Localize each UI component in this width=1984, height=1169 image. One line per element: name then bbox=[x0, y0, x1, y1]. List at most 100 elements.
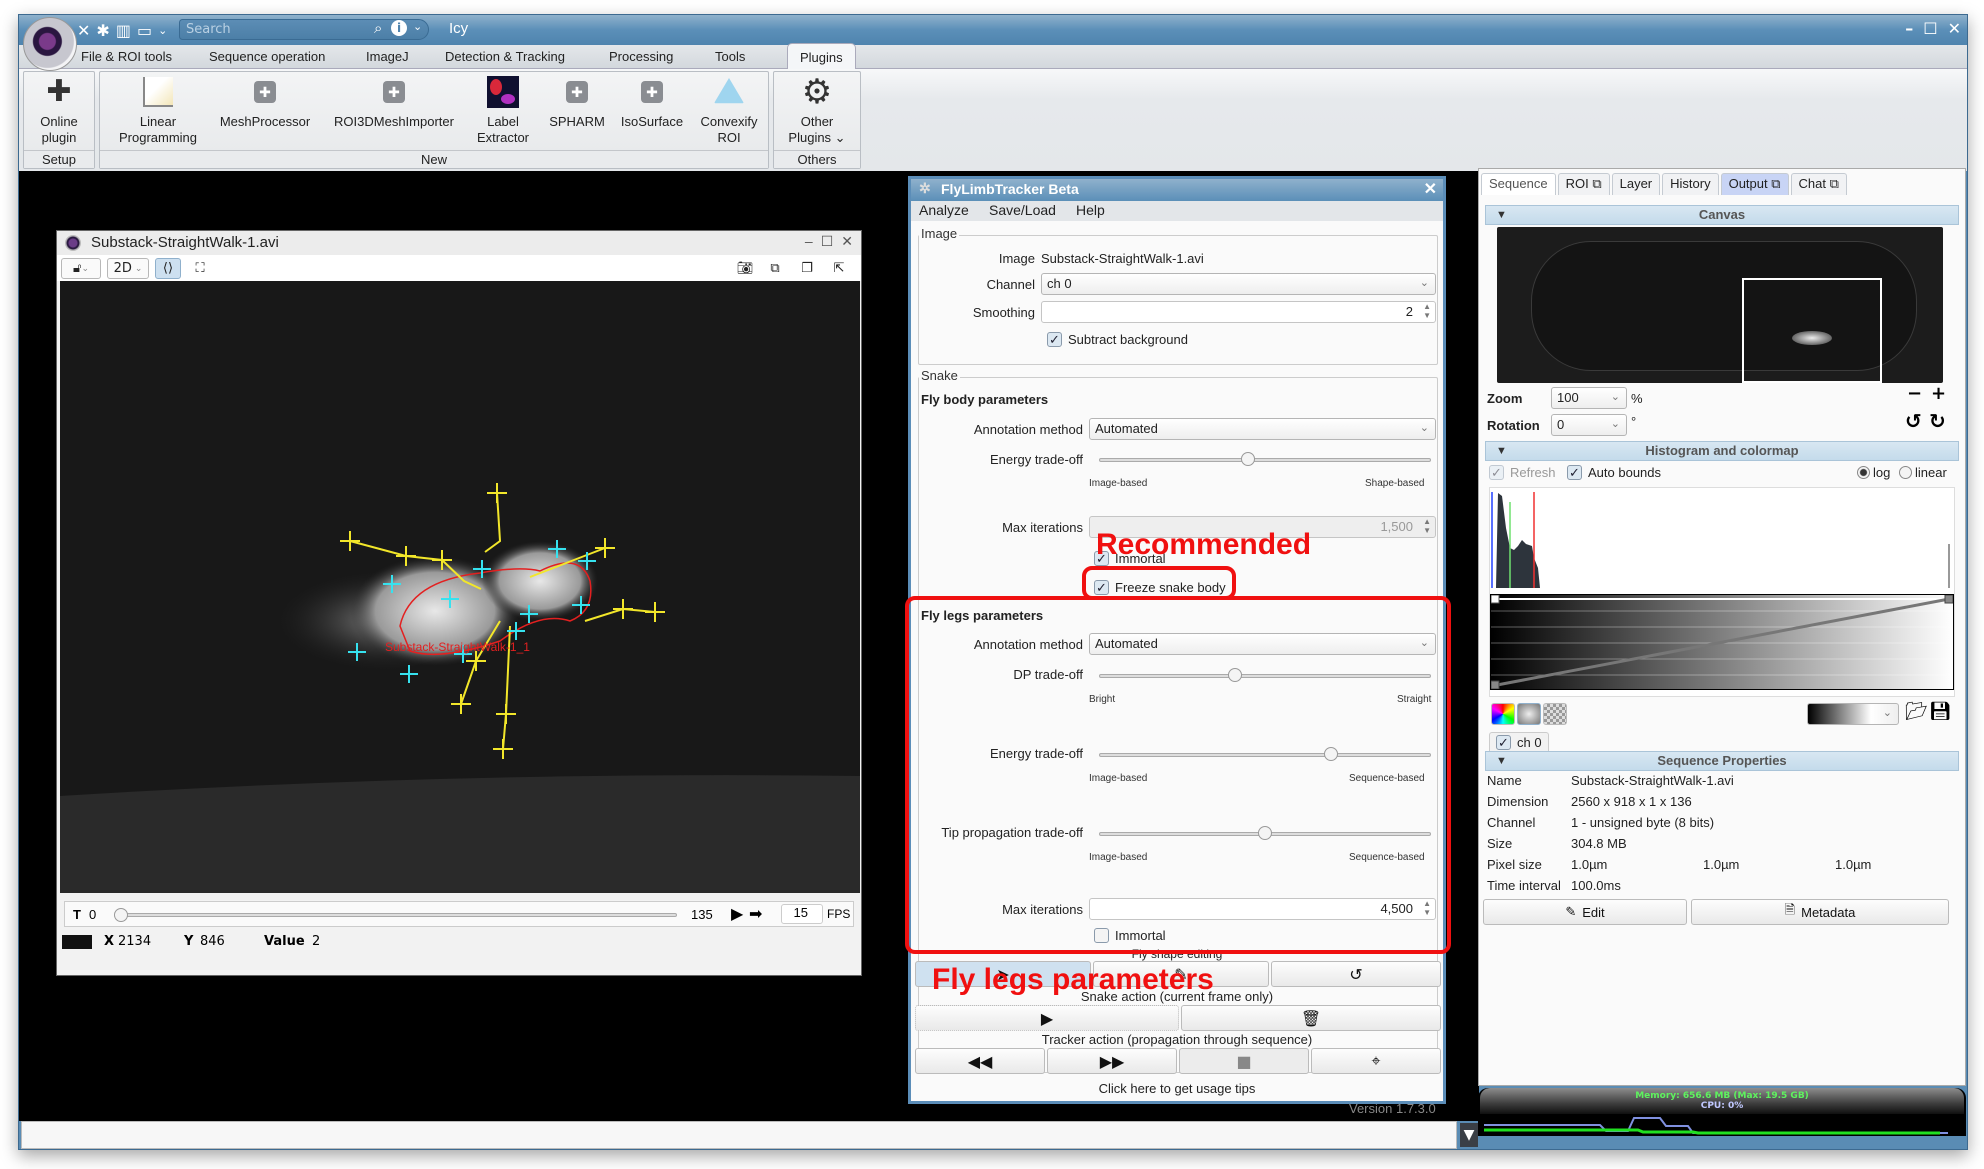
status-output-field[interactable] bbox=[21, 1121, 1457, 1149]
zoom-dropdown[interactable]: 100 ⌄ bbox=[1551, 387, 1627, 409]
spinner-arrows-icon[interactable]: ▲ ▼ bbox=[1423, 302, 1431, 320]
lock-dropdown[interactable]: 🔓︎ ⌄ bbox=[61, 258, 101, 279]
play-button[interactable]: ▶ bbox=[731, 904, 743, 924]
online-plugin-button[interactable]: ✚ Online plugin bbox=[28, 76, 90, 146]
linear-radio[interactable]: linear bbox=[1899, 465, 1947, 480]
linear-programming-button[interactable]: Linear Programming bbox=[108, 76, 208, 146]
control-point-handle[interactable] bbox=[1491, 680, 1500, 689]
info-dropdown-icon[interactable]: ⌄ bbox=[413, 20, 422, 33]
folder-open-icon[interactable]: 📂︎ bbox=[1905, 701, 1928, 722]
minimize-icon[interactable]: – bbox=[1905, 19, 1913, 38]
convexify-roi-button[interactable]: Convexify ROI bbox=[692, 76, 766, 146]
zoom-out-button[interactable]: − bbox=[1907, 383, 1922, 404]
tools-icon[interactable]: ✕ bbox=[77, 21, 90, 40]
histogram-section-header[interactable]: ▼ Histogram and colormap bbox=[1485, 441, 1959, 461]
menu-sequence-operation[interactable]: Sequence operation bbox=[209, 49, 325, 64]
menu-file-roi-tools[interactable]: File & ROI tools bbox=[81, 49, 172, 64]
menu-analyze[interactable]: Analyze bbox=[919, 202, 969, 218]
screenshot-button[interactable]: 📷︎ bbox=[733, 258, 757, 279]
time-slider[interactable] bbox=[121, 913, 677, 917]
duplicate-button[interactable]: ❐ bbox=[795, 258, 819, 279]
menu-tools[interactable]: Tools bbox=[715, 49, 745, 64]
properties-section-header[interactable]: ▼ Sequence Properties bbox=[1485, 751, 1959, 771]
menu-help[interactable]: Help bbox=[1076, 202, 1105, 218]
plugin-icon[interactable]: ✱ bbox=[96, 21, 109, 40]
expand-output-button[interactable]: ▼ bbox=[1460, 1123, 1478, 1147]
zoom-in-button[interactable]: + bbox=[1931, 383, 1946, 404]
view-mode-dropdown[interactable]: 2D ⌄ bbox=[107, 258, 149, 279]
minimize-icon[interactable]: – bbox=[805, 233, 813, 250]
menu-save-load[interactable]: Save/Load bbox=[989, 202, 1056, 218]
slider-knob[interactable] bbox=[1241, 452, 1256, 466]
tab-roi[interactable]: ROI ⧉ bbox=[1557, 173, 1610, 195]
fps-spinner[interactable]: 15 bbox=[781, 904, 823, 924]
menu-plugins[interactable]: Plugins bbox=[787, 43, 856, 69]
spharm-button[interactable]: ✚ SPHARM bbox=[544, 76, 610, 130]
icy-logo[interactable] bbox=[23, 17, 77, 71]
delete-snake-button[interactable]: 🗑︎ bbox=[1181, 1005, 1441, 1031]
window-icon[interactable]: ▭ bbox=[137, 21, 152, 40]
screenshot-rendered-button[interactable]: ⧉ bbox=[763, 258, 787, 279]
subtract-background-checkbox[interactable]: ✓ Subtract background bbox=[1047, 332, 1188, 347]
close-icon[interactable]: ✕ bbox=[841, 233, 853, 250]
rotate-left-button[interactable]: ↺ bbox=[1905, 409, 1922, 433]
maximize-icon[interactable]: ☐ bbox=[821, 233, 834, 250]
body-annotation-dropdown[interactable]: Automated ⌄ bbox=[1089, 418, 1436, 440]
layers-toggle-button[interactable]: ⟨⟩ bbox=[155, 258, 181, 279]
other-plugins-button[interactable]: ⚙ Other Plugins ⌄ bbox=[778, 75, 856, 146]
color-wheel-button[interactable] bbox=[1491, 703, 1515, 725]
canvas-section-header[interactable]: ▼ Canvas bbox=[1485, 205, 1959, 225]
tab-history[interactable]: History bbox=[1662, 173, 1719, 195]
layout-icon[interactable]: ▥ bbox=[116, 21, 131, 40]
metadata-button[interactable]: 🗎︎ Metadata bbox=[1691, 899, 1949, 925]
image-canvas[interactable]: Substack-StraightWalk-1_1 bbox=[60, 281, 860, 893]
transfer-line[interactable] bbox=[1496, 597, 1950, 687]
stop-tracking-button[interactable]: ■ bbox=[1179, 1048, 1309, 1074]
menu-processing[interactable]: Processing bbox=[609, 49, 673, 64]
label-extractor-button[interactable]: Label Extractor bbox=[468, 76, 538, 146]
body-energy-slider[interactable] bbox=[1099, 458, 1431, 462]
auto-bounds-checkbox[interactable]: ✓ Auto bounds bbox=[1567, 465, 1661, 480]
save-icon[interactable]: 💾︎ bbox=[1929, 701, 1952, 722]
close-icon[interactable]: ✕ bbox=[1424, 179, 1437, 199]
log-radio[interactable]: log bbox=[1857, 465, 1890, 480]
channel-tab[interactable]: ✓ ch 0 bbox=[1489, 732, 1549, 752]
rotation-dropdown[interactable]: 0 ⌄ bbox=[1551, 414, 1627, 436]
control-point-handle[interactable] bbox=[1944, 595, 1953, 604]
time-slider-knob[interactable] bbox=[114, 908, 128, 922]
tab-chat[interactable]: Chat ⧉ bbox=[1790, 173, 1847, 195]
menu-imagej[interactable]: ImageJ bbox=[366, 49, 409, 64]
usage-tips-link[interactable]: Click here to get usage tips bbox=[911, 1081, 1443, 1096]
colormap-editor[interactable] bbox=[1490, 594, 1954, 690]
histogram-area[interactable] bbox=[1489, 487, 1955, 697]
canvas-navigator[interactable] bbox=[1497, 227, 1943, 383]
maximize-icon[interactable]: ☐ bbox=[1923, 19, 1937, 38]
colormap-dropdown[interactable]: ⌄ bbox=[1807, 703, 1899, 725]
tab-output[interactable]: Output ⧉ bbox=[1720, 173, 1789, 195]
chevron-down-icon[interactable]: ⌄ bbox=[158, 24, 167, 37]
smoothing-spinner[interactable]: 2 ▲ ▼ bbox=[1041, 301, 1436, 323]
run-snake-button[interactable]: ▶ bbox=[915, 1005, 1179, 1031]
meshprocessor-button[interactable]: ✚ MeshProcessor bbox=[212, 76, 318, 130]
search-icon[interactable]: ⌕ bbox=[374, 19, 382, 37]
track-backward-button[interactable]: ◀◀ bbox=[915, 1048, 1045, 1074]
channel-dropdown[interactable]: ch 0 ⌄ bbox=[1041, 273, 1436, 295]
fit-canvas-button[interactable]: ⛶ bbox=[187, 258, 213, 279]
rotate-right-button[interactable]: ↻ bbox=[1929, 409, 1946, 433]
menu-detection-tracking[interactable]: Detection & Tracking bbox=[445, 49, 565, 64]
detach-button[interactable]: ⇱ bbox=[827, 258, 851, 279]
info-icon[interactable]: i bbox=[391, 20, 407, 36]
reset-button[interactable]: ↺ bbox=[1271, 961, 1441, 987]
roi3dmeshimporter-button[interactable]: ✚ ROI3DMeshImporter bbox=[326, 76, 462, 130]
tab-sequence[interactable]: Sequence bbox=[1481, 173, 1556, 195]
loop-button[interactable]: ➡ bbox=[749, 904, 762, 924]
locate-button[interactable]: ⌖ bbox=[1311, 1048, 1441, 1074]
control-point-handle[interactable] bbox=[1491, 595, 1500, 604]
track-forward-button[interactable]: ▶▶ bbox=[1047, 1048, 1177, 1074]
isosurface-button[interactable]: ✚ IsoSurface bbox=[614, 76, 690, 130]
tab-layer[interactable]: Layer bbox=[1611, 173, 1661, 195]
gray-sphere-button[interactable] bbox=[1517, 703, 1541, 725]
refresh-checkbox[interactable]: ✓ Refresh bbox=[1489, 465, 1556, 480]
transparency-button[interactable] bbox=[1543, 703, 1567, 725]
edit-button[interactable]: ✎ Edit bbox=[1483, 899, 1687, 925]
